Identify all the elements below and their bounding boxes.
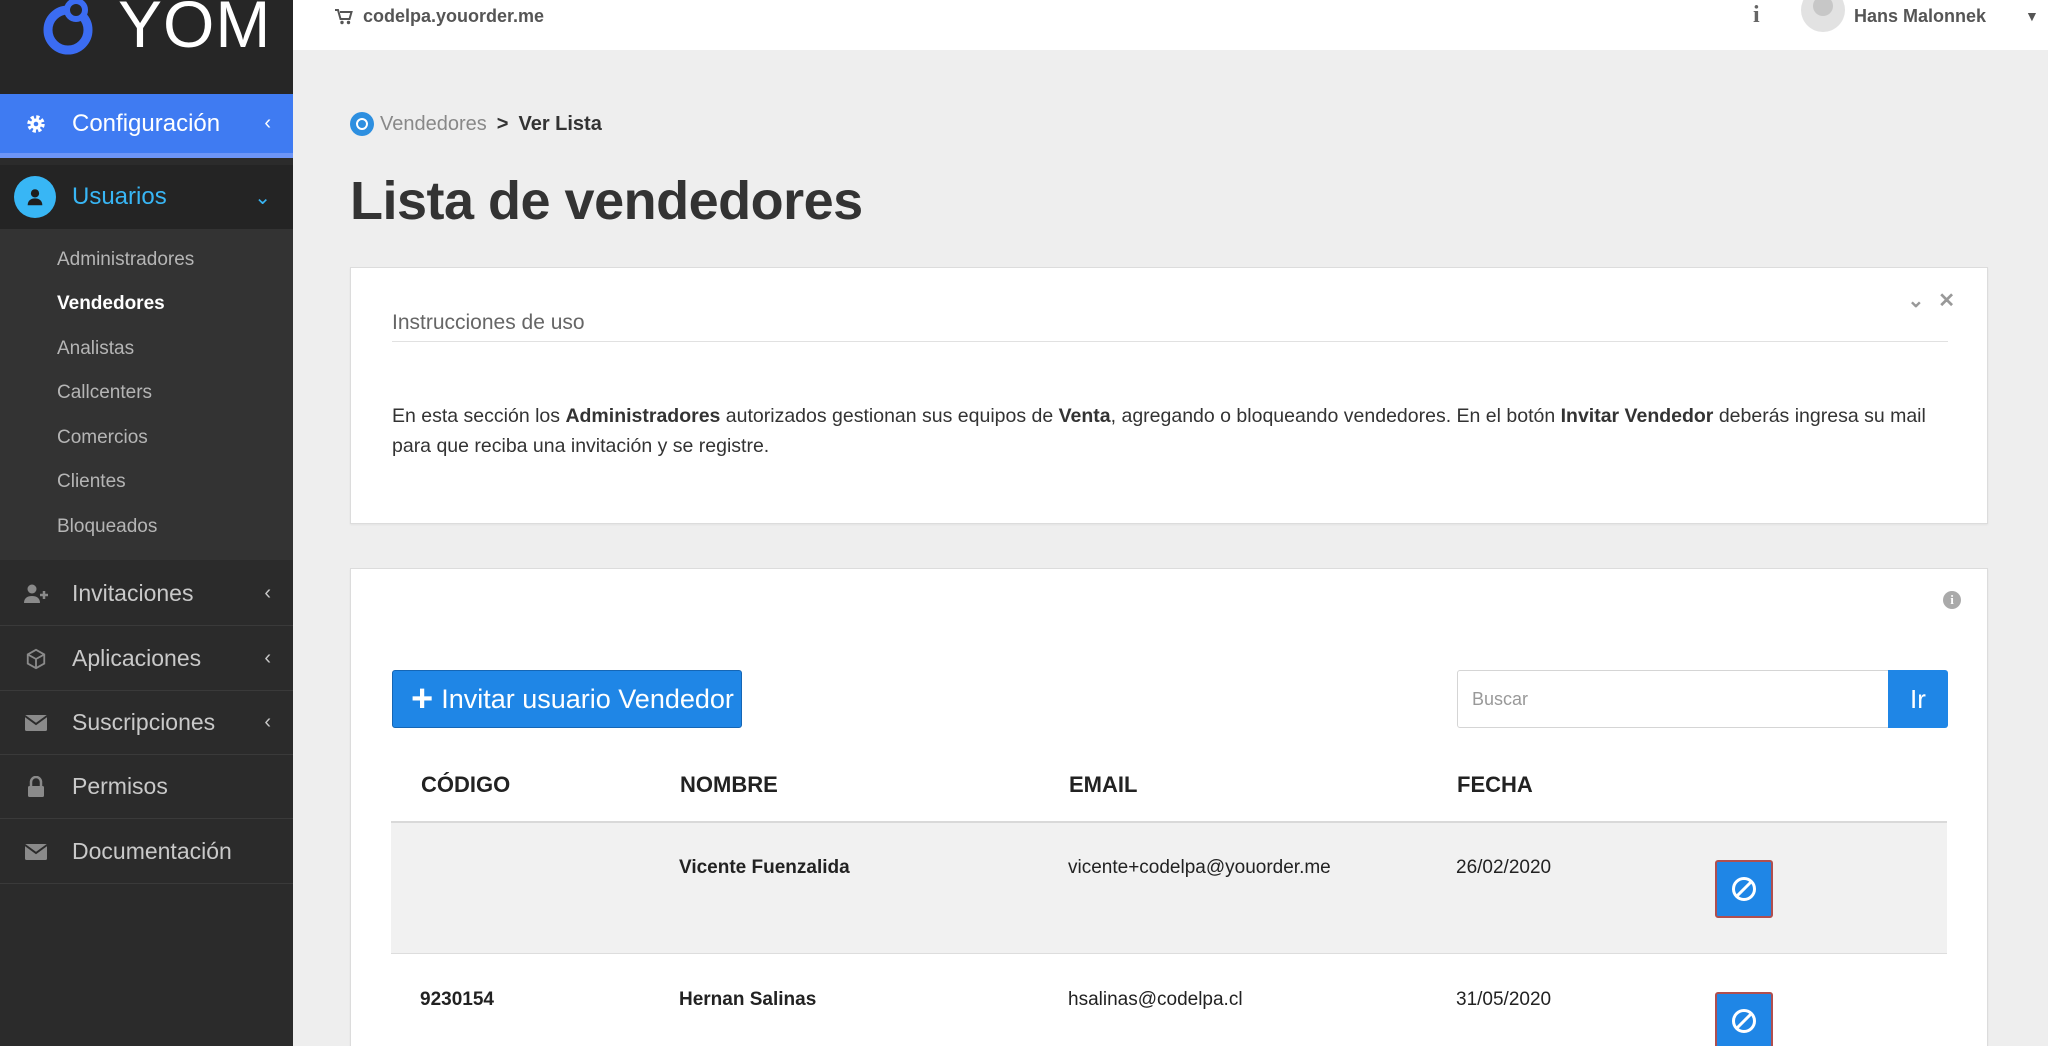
- cube-icon: [22, 645, 50, 673]
- collapse-icon[interactable]: ⌄: [1907, 288, 1924, 313]
- sidebar-item-permisos[interactable]: Permisos: [0, 755, 293, 819]
- yom-logo-icon: [43, 0, 93, 55]
- info-icon[interactable]: i: [1943, 591, 1961, 609]
- user-menu-name[interactable]: Hans Malonnek: [1854, 6, 1986, 27]
- sidebar-item-configuracion[interactable]: Configuración ‹: [0, 94, 293, 158]
- instructions-text: En esta sección los Administradores auto…: [392, 405, 1926, 457]
- breadcrumb-current: Ver Lista: [518, 112, 602, 135]
- lock-icon: [22, 773, 50, 801]
- sidebar-item-label: Permisos: [72, 773, 168, 799]
- breadcrumb-link-vendedores[interactable]: Vendedores: [380, 113, 487, 136]
- chevron-left-icon: ‹: [264, 711, 271, 733]
- sidebar-item-label: Configuración: [72, 109, 221, 137]
- avatar[interactable]: [1801, 0, 1845, 32]
- sidebar-item-label: Suscripciones: [72, 709, 216, 735]
- submenu-item-vendedores[interactable]: Vendedores: [57, 293, 165, 315]
- user-icon: [14, 176, 56, 218]
- search-input[interactable]: [1457, 670, 1891, 728]
- chevron-left-icon: ‹: [264, 647, 271, 669]
- cell-name: Hernan Salinas: [679, 989, 817, 1010]
- card-tools: ⌄ ✕: [1907, 288, 1955, 313]
- divider: [392, 341, 1948, 342]
- submenu-item-bloqueados[interactable]: Bloqueados: [57, 516, 157, 538]
- table-row: Vicente Fuenzalida vicente+codelpa@youor…: [391, 823, 1947, 954]
- submenu-item-clientes[interactable]: Clientes: [57, 471, 126, 493]
- breadcrumb: Vendedores > Ver Lista: [350, 112, 602, 136]
- sidebar-item-aplicaciones[interactable]: Aplicaciones ‹: [0, 627, 293, 691]
- cell-code: 9230154: [420, 989, 494, 1010]
- submenu-item-administradores[interactable]: Administradores: [57, 249, 194, 271]
- plus-icon: +: [411, 678, 434, 720]
- submenu-item-comercios[interactable]: Comercios: [57, 427, 148, 449]
- instructions-card: Instrucciones de uso ⌄ ✕ En esta sección…: [350, 267, 1988, 524]
- submenu-item-callcenters[interactable]: Callcenters: [57, 382, 152, 404]
- chevron-down-icon: ⌄: [254, 186, 271, 209]
- cell-name: Vicente Fuenzalida: [679, 857, 850, 878]
- page-title: Lista de vendedores: [350, 171, 863, 231]
- site-url: codelpa.youorder.me: [363, 6, 545, 26]
- instructions-title: Instrucciones de uso: [392, 311, 585, 334]
- sidebar-item-label: Invitaciones: [72, 580, 194, 606]
- submenu-item-analistas[interactable]: Analistas: [57, 338, 134, 360]
- table-row: 9230154 Hernan Salinas hsalinas@codelpa.…: [391, 955, 1947, 1046]
- cart-icon: [335, 8, 353, 24]
- target-icon: [350, 112, 374, 136]
- search-button[interactable]: Ir: [1888, 670, 1948, 728]
- ban-icon: [1732, 1009, 1756, 1033]
- chevron-left-icon: ‹: [264, 582, 271, 604]
- sidebar-item-label: Usuarios: [72, 183, 167, 210]
- block-seller-button[interactable]: [1715, 860, 1773, 918]
- info-icon[interactable]: i: [1753, 2, 1760, 29]
- sidebar-item-usuarios[interactable]: Usuarios ⌄: [0, 165, 293, 229]
- user-plus-icon: [22, 580, 50, 608]
- sidebar-item-label: Documentación: [72, 838, 232, 864]
- envelope-icon: [22, 838, 50, 866]
- block-seller-button[interactable]: [1715, 992, 1773, 1046]
- cell-date: 26/02/2020: [1456, 857, 1552, 878]
- site-link[interactable]: codelpa.youorder.me: [335, 6, 544, 27]
- cell-email: vicente+codelpa@youorder.me: [1068, 857, 1331, 878]
- sidebar-item-label: Aplicaciones: [72, 645, 202, 671]
- invite-seller-button[interactable]: + Invitar usuario Vendedor: [392, 670, 742, 728]
- gear-icon: [22, 110, 50, 138]
- topbar: codelpa.youorder.me i Hans Malonnek ▼: [293, 0, 2048, 50]
- logo-text: YOM: [118, 0, 272, 61]
- logo[interactable]: YOM: [0, 0, 293, 94]
- sidebar-item-suscripciones[interactable]: Suscripciones ‹: [0, 691, 293, 755]
- cell-date: 31/05/2020: [1456, 989, 1552, 1010]
- sidebar: YOM Configuración ‹ Usuarios ⌄ Administr…: [0, 0, 293, 1046]
- table-body: Vicente Fuenzalida vicente+codelpa@youor…: [391, 751, 1947, 1046]
- sidebar-item-documentacion[interactable]: Documentación: [0, 820, 293, 884]
- usuarios-submenu: Administradores Vendedores Analistas Cal…: [0, 229, 293, 560]
- cell-email: hsalinas@codelpa.cl: [1068, 989, 1243, 1010]
- envelope-icon: [22, 709, 50, 737]
- invite-seller-label: Invitar usuario Vendedor: [441, 683, 734, 714]
- ban-icon: [1732, 877, 1756, 901]
- sidebar-item-invitaciones[interactable]: Invitaciones ‹: [0, 562, 293, 626]
- breadcrumb-separator: >: [496, 112, 509, 135]
- close-icon[interactable]: ✕: [1938, 288, 1955, 313]
- caret-down-icon[interactable]: ▼: [2025, 8, 2039, 24]
- chevron-left-icon: ‹: [264, 112, 271, 134]
